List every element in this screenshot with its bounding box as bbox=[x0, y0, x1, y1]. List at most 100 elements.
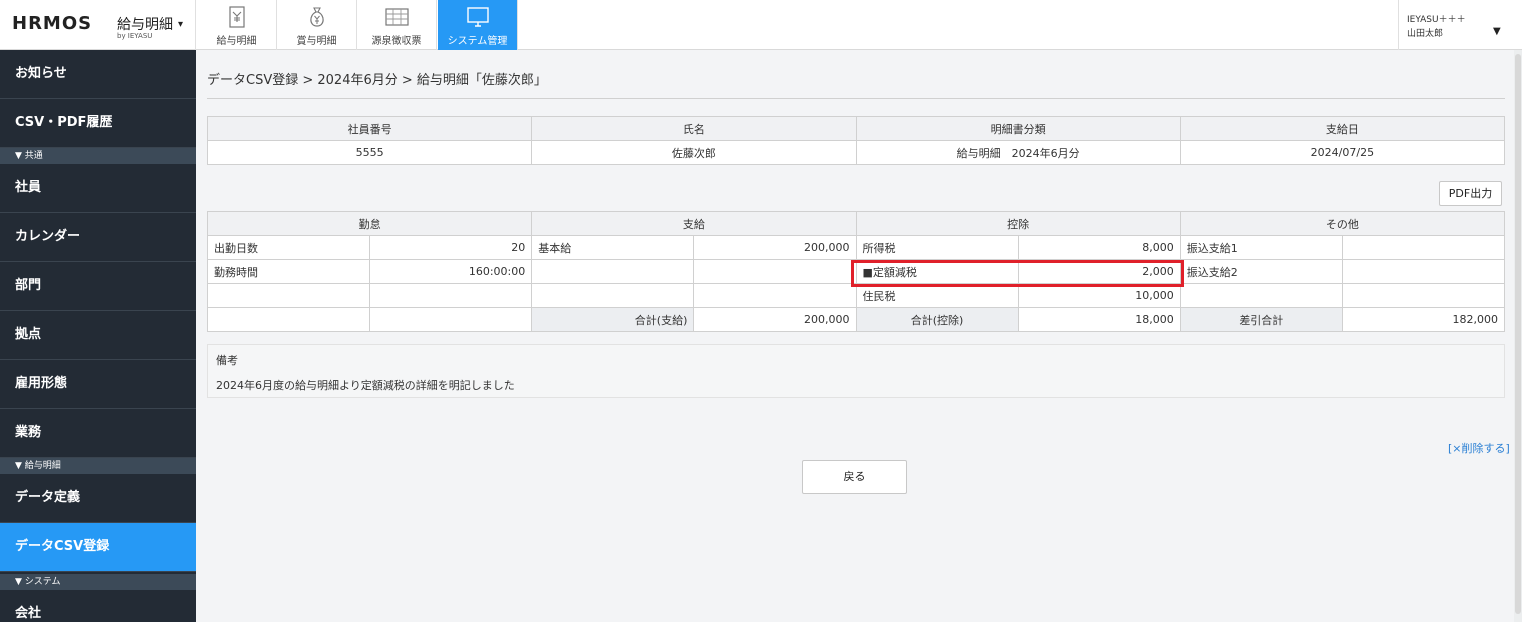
table-row: 合計(支給) 200,000 合計(控除) 18,000 差引合計 182,00… bbox=[206, 307, 1506, 332]
cell bbox=[1341, 235, 1506, 260]
sidebar-item-employees[interactable]: 社員 bbox=[0, 164, 196, 213]
cell: 10,000 bbox=[1017, 283, 1181, 308]
table-row: 出勤日数 20 基本給 200,000 所得税 8,000 振込支給1 bbox=[206, 235, 1506, 260]
sidebar-item-notices[interactable]: お知らせ bbox=[0, 50, 196, 99]
cell: 住民税 bbox=[855, 283, 1019, 308]
sidebar-section-payslip: ▼ 給与明細 bbox=[0, 458, 196, 474]
cell: 出勤日数 bbox=[206, 235, 371, 260]
cell bbox=[1179, 283, 1343, 308]
flat-tax-reduction-value: 2,000 bbox=[1017, 259, 1181, 284]
scrollbar-thumb[interactable] bbox=[1515, 54, 1521, 614]
cell: 160:00:00 bbox=[369, 259, 533, 284]
cell bbox=[693, 259, 857, 284]
cell: 所得税 bbox=[855, 235, 1019, 260]
header-other: その他 bbox=[1179, 211, 1506, 236]
chevron-down-icon[interactable]: ▾ bbox=[178, 19, 183, 30]
table-header-row: 社員番号 氏名 明細書分類 支給日 bbox=[206, 116, 1506, 141]
header-employee-number: 社員番号 bbox=[206, 116, 533, 141]
cell bbox=[531, 283, 695, 308]
net-total-value: 182,000 bbox=[1341, 307, 1506, 332]
divider bbox=[207, 98, 1505, 99]
employee-info-table: 社員番号 氏名 明細書分類 支給日 5555 佐藤次郎 給与明細 2024年6月… bbox=[206, 116, 1506, 165]
user-menu[interactable]: IEYASU＋＋＋ 山田太郎 ▼ bbox=[1398, 0, 1522, 50]
cell bbox=[693, 283, 857, 308]
breadcrumb: データCSV登録 > 2024年6月分 > 給与明細「佐藤次郎」 bbox=[207, 73, 547, 88]
envelope-yen-icon bbox=[229, 6, 245, 28]
tab-bonus-label: 賞与明細 bbox=[296, 36, 337, 47]
header-statement-type: 明細書分類 bbox=[855, 116, 1181, 141]
employee-number: 5555 bbox=[206, 140, 533, 165]
pay-date: 2024/07/25 bbox=[1179, 140, 1506, 165]
brand-menu[interactable]: HRMOS 給与明細 by IEYASU ▾ bbox=[0, 0, 196, 50]
scrollbar[interactable] bbox=[1514, 50, 1522, 622]
remarks-title: 備考 bbox=[216, 354, 238, 367]
cell bbox=[369, 307, 533, 332]
tab-withholding-label: 源泉徴収票 bbox=[371, 36, 422, 47]
sidebar-item-calendar[interactable]: カレンダー bbox=[0, 213, 196, 262]
net-total-label: 差引合計 bbox=[1179, 307, 1343, 332]
cell: 20 bbox=[369, 235, 533, 260]
money-bag-icon bbox=[310, 7, 324, 27]
cell bbox=[369, 283, 533, 308]
monitor-icon bbox=[467, 7, 489, 27]
header-deduction: 控除 bbox=[855, 211, 1181, 236]
cell: 勤務時間 bbox=[206, 259, 371, 284]
sidebar: お知らせ CSV・PDF履歴 ▼ 共通 社員 カレンダー 部門 拠点 雇用形態 … bbox=[0, 50, 196, 622]
tab-system-admin-label: システム管理 bbox=[447, 36, 508, 47]
tab-payslip-label: 給与明細 bbox=[216, 36, 257, 47]
statement-type: 給与明細 2024年6月分 bbox=[855, 140, 1181, 165]
sidebar-item-locations[interactable]: 拠点 bbox=[0, 311, 196, 360]
header-pay-date: 支給日 bbox=[1179, 116, 1506, 141]
main-content: データCSV登録 > 2024年6月分 > 給与明細「佐藤次郎」 社員番号 氏名… bbox=[196, 50, 1522, 622]
sidebar-item-data-csv-register[interactable]: データCSV登録 bbox=[0, 523, 196, 572]
cell bbox=[206, 307, 371, 332]
company-name: IEYASU＋＋＋ bbox=[1407, 15, 1466, 25]
header-name: 氏名 bbox=[531, 116, 857, 141]
cell: 8,000 bbox=[1017, 235, 1181, 260]
caret-down-icon[interactable]: ▼ bbox=[1493, 26, 1501, 37]
cell bbox=[1341, 259, 1506, 284]
payslip-table: 勤怠 支給 控除 その他 出勤日数 20 基本給 200,000 所得税 8,0… bbox=[206, 211, 1506, 332]
cell: 200,000 bbox=[693, 235, 857, 260]
remarks-body: 2024年6月度の給与明細より定額減税の詳細を明記しました bbox=[216, 379, 515, 392]
sidebar-section-common: ▼ 共通 bbox=[0, 148, 196, 164]
cell bbox=[1341, 283, 1506, 308]
employee-name: 佐藤次郎 bbox=[531, 140, 857, 165]
hrmos-logo: HRMOS bbox=[12, 13, 93, 34]
delete-link[interactable]: [×削除する] bbox=[1448, 440, 1510, 456]
table-row: 5555 佐藤次郎 給与明細 2024年6月分 2024/07/25 bbox=[206, 140, 1506, 165]
sidebar-item-company[interactable]: 会社 bbox=[0, 590, 196, 622]
remarks-box: 備考 2024年6月度の給与明細より定額減税の詳細を明記しました bbox=[207, 344, 1505, 398]
header-attendance: 勤怠 bbox=[206, 211, 533, 236]
tab-payslip[interactable]: 給与明細 bbox=[197, 0, 277, 50]
total-deduction-value: 18,000 bbox=[1017, 307, 1181, 332]
sidebar-item-data-definition[interactable]: データ定義 bbox=[0, 474, 196, 523]
cell bbox=[531, 259, 695, 284]
tab-withholding[interactable]: 源泉徴収票 bbox=[357, 0, 437, 50]
cell: 基本給 bbox=[531, 235, 695, 260]
header-payment: 支給 bbox=[531, 211, 857, 236]
total-deduction-label: 合計(控除) bbox=[855, 307, 1019, 332]
product-name: 給与明細 bbox=[117, 17, 173, 33]
pdf-export-button[interactable]: PDF出力 bbox=[1439, 181, 1502, 206]
cell: 振込支給2 bbox=[1179, 259, 1343, 284]
table-row: 勤務時間 160:00:00 ■定額減税 2,000 振込支給2 bbox=[206, 259, 1506, 284]
back-button[interactable]: 戻る bbox=[802, 460, 907, 494]
cell bbox=[206, 283, 371, 308]
cell: 振込支給1 bbox=[1179, 235, 1343, 260]
product-byline: by IEYASU bbox=[117, 32, 153, 40]
sidebar-item-business[interactable]: 業務 bbox=[0, 409, 196, 458]
total-payment-value: 200,000 bbox=[693, 307, 857, 332]
top-header: HRMOS 給与明細 by IEYASU ▾ 給与明細 賞与明細 源泉徴収票 シ… bbox=[0, 0, 1522, 50]
table-row: 住民税 10,000 bbox=[206, 283, 1506, 308]
sidebar-item-csv-pdf-history[interactable]: CSV・PDF履歴 bbox=[0, 99, 196, 148]
sidebar-item-departments[interactable]: 部門 bbox=[0, 262, 196, 311]
tab-system-admin[interactable]: システム管理 bbox=[438, 0, 518, 50]
sidebar-section-system: ▼ システム bbox=[0, 574, 196, 590]
user-name: 山田太郎 bbox=[1407, 29, 1444, 39]
total-payment-label: 合計(支給) bbox=[531, 307, 695, 332]
table-header-row: 勤怠 支給 控除 その他 bbox=[206, 211, 1506, 236]
form-sheet-icon bbox=[385, 8, 409, 26]
tab-bonus[interactable]: 賞与明細 bbox=[277, 0, 357, 50]
sidebar-item-employment-types[interactable]: 雇用形態 bbox=[0, 360, 196, 409]
